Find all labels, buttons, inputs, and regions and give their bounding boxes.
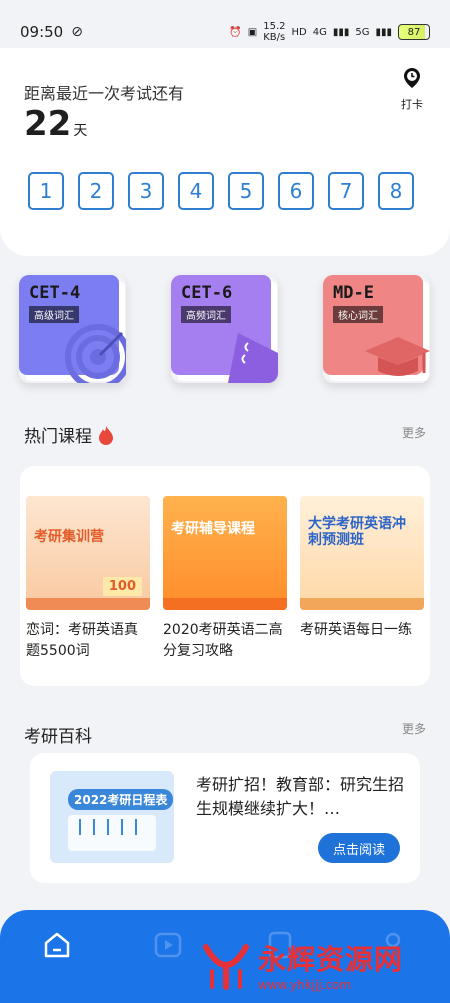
watermark-url: www.yhkjjj.com bbox=[258, 978, 352, 992]
exam-number-button[interactable]: 1 bbox=[28, 172, 64, 210]
book-cet6[interactable]: CET-6 高频词汇 bbox=[171, 275, 278, 383]
thumb-stripe bbox=[26, 598, 150, 610]
countdown-label: 距离最近一次考试还有 bbox=[24, 84, 185, 103]
exam-number-button[interactable]: 4 bbox=[178, 172, 214, 210]
graduation-cap-icon bbox=[365, 337, 430, 376]
course-thumbnail: 考研辅导课程 bbox=[163, 496, 287, 610]
network-4g: 4G bbox=[312, 26, 327, 38]
hot-courses-title: 热门课程 bbox=[24, 427, 92, 447]
wiki-thumbnail: 2022考研日程表 bbox=[50, 771, 174, 863]
course-title: 2020考研英语二高分复习攻略 bbox=[163, 622, 283, 659]
notebook-icon bbox=[228, 333, 278, 383]
video-icon[interactable] bbox=[153, 930, 183, 960]
net-speed: 15.2 KB/s bbox=[263, 21, 286, 43]
hot-courses-header: 热门课程 bbox=[24, 422, 114, 447]
exam-number-button[interactable]: 7 bbox=[328, 172, 364, 210]
flame-icon bbox=[99, 425, 113, 445]
book-mde[interactable]: MD-E 核心词汇 bbox=[323, 275, 430, 383]
thumb-stripe bbox=[163, 598, 287, 610]
course-title: 恋词：考研英语真题5500词 bbox=[26, 622, 138, 659]
status-bar: 09:50 ⊘ ⏰ ▣ 15.2 KB/s HD 4G ▮▮▮ 5G ▮▮▮ 87 bbox=[0, 0, 450, 48]
target-icon bbox=[65, 324, 126, 383]
exam-number-button[interactable]: 5 bbox=[228, 172, 264, 210]
exam-number-button[interactable]: 8 bbox=[378, 172, 414, 210]
clock-icon: ⊘ bbox=[71, 24, 83, 40]
calendar-graphic bbox=[68, 815, 156, 851]
watermark: 永辉资源网 www.yhkjjj.com bbox=[200, 938, 403, 992]
course-banner: 考研辅导课程 bbox=[171, 521, 255, 537]
book-cet4[interactable]: CET-4 高级词汇 bbox=[19, 275, 126, 383]
alarm-icon: ⏰ bbox=[229, 26, 242, 38]
wiki-title: 考研百科 bbox=[24, 727, 92, 747]
checkin-label: 打卡 bbox=[401, 98, 423, 111]
course-thumbnail: 大学考研英语冲刺预测班 bbox=[300, 496, 424, 610]
signal-icon: ▮▮▮ bbox=[375, 26, 392, 38]
hot-courses-more-link[interactable]: 更多 bbox=[402, 424, 426, 441]
read-button[interactable]: 点击阅读 bbox=[318, 833, 400, 863]
course-item[interactable]: 考研集训营 100 恋词：考研英语真题5500词 bbox=[26, 496, 150, 662]
countdown-unit: 天 bbox=[73, 123, 88, 139]
countdown-number: 22 bbox=[24, 104, 72, 144]
hd-icon: HD bbox=[291, 26, 307, 38]
book-title: CET-6 bbox=[181, 283, 233, 303]
exam-number-button[interactable]: 3 bbox=[128, 172, 164, 210]
exam-number-row: 1 2 3 4 5 6 7 8 bbox=[28, 172, 414, 210]
course-item[interactable]: 考研辅导课程 2020考研英语二高分复习攻略 bbox=[163, 496, 287, 662]
exam-number-button[interactable]: 6 bbox=[278, 172, 314, 210]
course-item[interactable]: 大学考研英语冲刺预测班 考研英语每日一练 bbox=[300, 496, 424, 641]
book-title: CET-4 bbox=[29, 283, 81, 303]
watermark-logo-icon bbox=[203, 944, 249, 990]
wiki-article-title: 考研扩招！教育部：研究生招生规模继续扩大！… bbox=[196, 775, 405, 818]
thumb-stripe bbox=[300, 598, 424, 610]
countdown-days: 22 天 bbox=[24, 104, 87, 144]
book-title: MD-E bbox=[333, 283, 374, 303]
course-badge: 100 bbox=[102, 577, 142, 596]
vibrate-icon: ▣ bbox=[247, 26, 258, 38]
course-thumbnail: 考研集训营 100 bbox=[26, 496, 150, 610]
home-icon[interactable] bbox=[42, 930, 72, 960]
checkin-button[interactable]: 打卡 bbox=[400, 66, 424, 112]
exam-number-button[interactable]: 2 bbox=[78, 172, 114, 210]
wiki-header: 考研百科 bbox=[24, 722, 92, 747]
course-banner: 考研集训营 bbox=[34, 529, 104, 545]
watermark-name: 永辉资源网 bbox=[258, 943, 404, 976]
wiki-card[interactable]: 2022考研日程表 考研扩招！教育部：研究生招生规模继续扩大！… 点击阅读 bbox=[30, 753, 420, 883]
vocabulary-books: CET-4 高级词汇 CET-6 高频词汇 MD-E 核心词汇 bbox=[0, 275, 450, 387]
status-time: 09:50 bbox=[20, 23, 64, 41]
battery-icon: 87 bbox=[398, 24, 430, 40]
location-clock-icon bbox=[404, 68, 420, 88]
wiki-more-link[interactable]: 更多 bbox=[402, 720, 426, 737]
hot-courses-card: 考研集训营 100 恋词：考研英语真题5500词 考研辅导课程 2020考研英语… bbox=[20, 466, 430, 686]
network-5g: 5G bbox=[355, 26, 370, 38]
course-banner: 大学考研英语冲刺预测班 bbox=[308, 516, 406, 548]
signal-icon: ▮▮▮ bbox=[332, 26, 350, 38]
countdown-card: 距离最近一次考试还有 22 天 打卡 1 2 3 4 5 6 7 8 bbox=[0, 48, 450, 256]
course-title: 考研英语每日一练 bbox=[300, 622, 412, 638]
